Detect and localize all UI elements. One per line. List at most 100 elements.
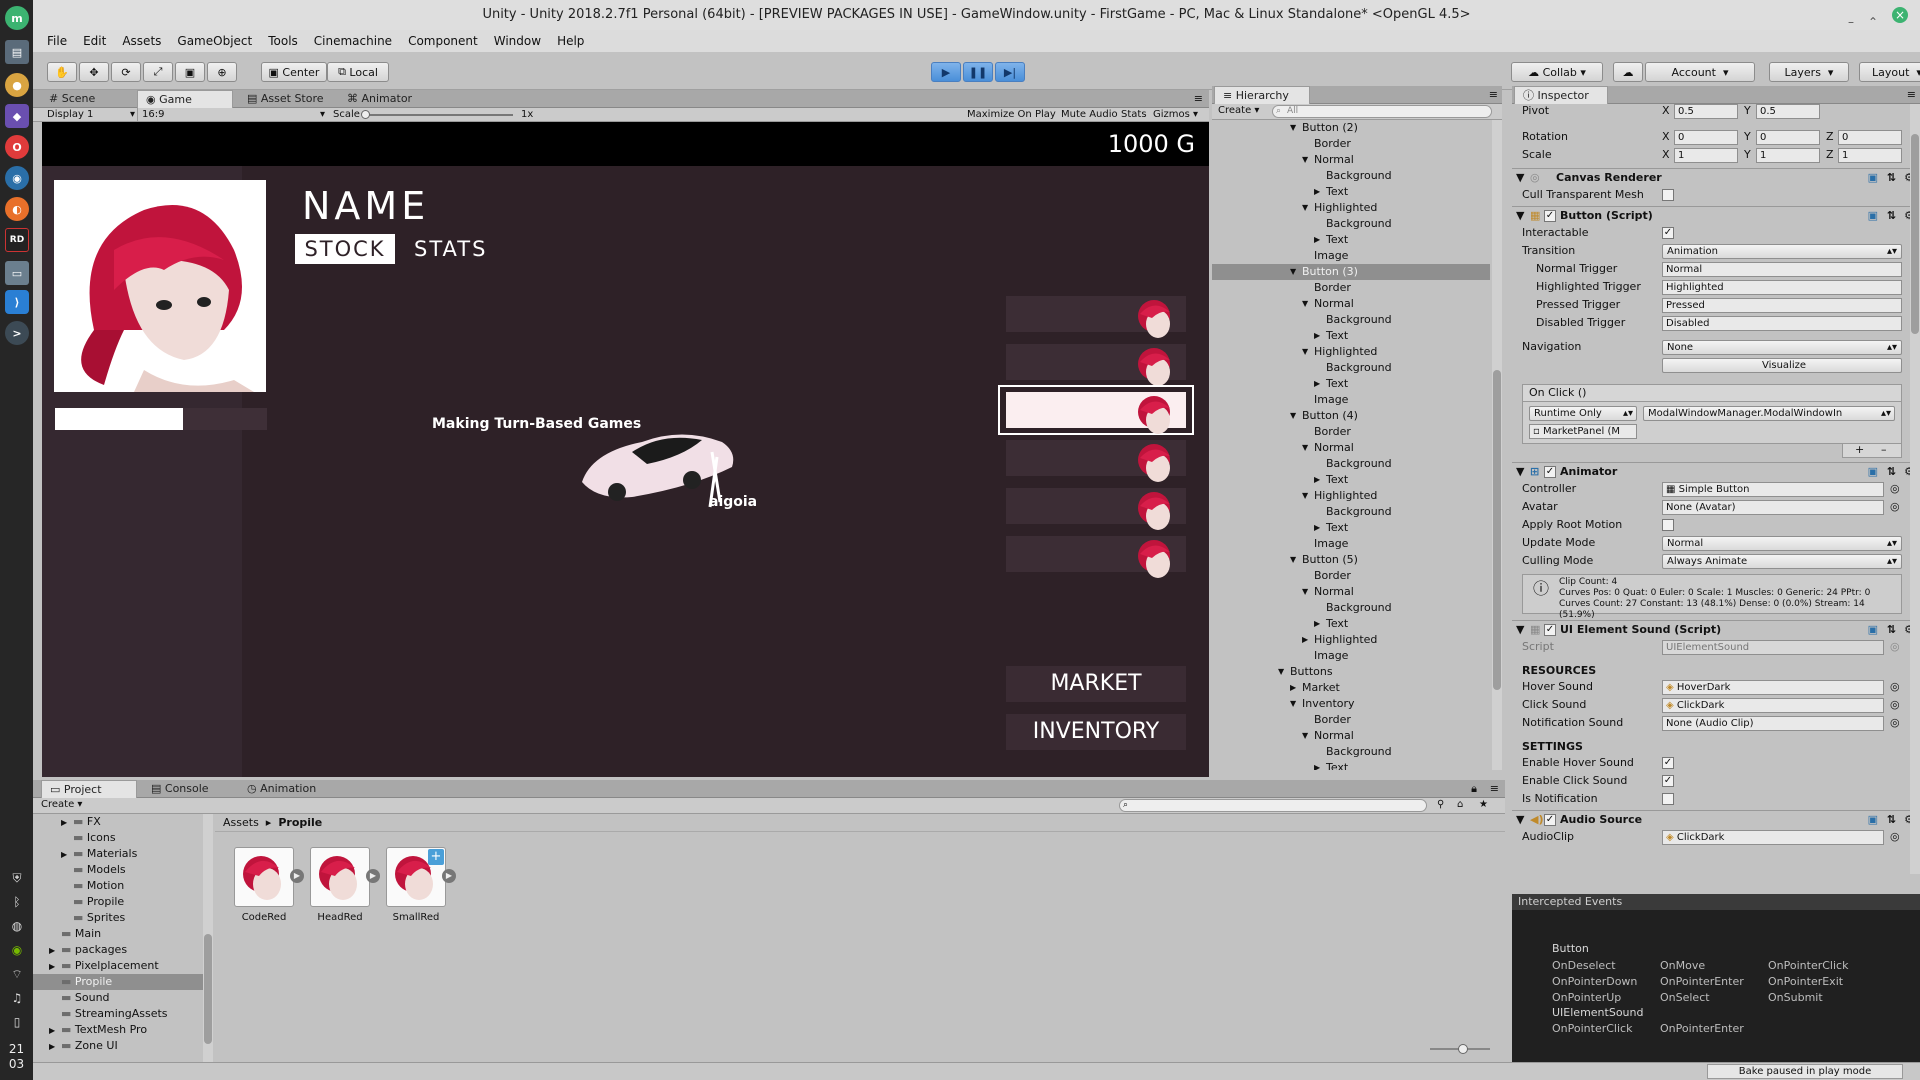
terminal-icon[interactable]: > [5,321,29,345]
click-sound-field[interactable]: ◈ ClickDark [1662,698,1884,713]
hierarchy-item[interactable]: ▼ Normal [1302,728,1354,744]
transition-dropdown[interactable]: Animation ▴▾ [1662,244,1902,259]
play-button[interactable]: ▶ [931,62,961,82]
tab-inspector[interactable]: ⓘ Inspector [1514,86,1608,104]
rider-icon[interactable]: RD [5,228,29,252]
project-folder-item[interactable]: ▶ ▬ packages [49,942,127,958]
hierarchy-item[interactable]: Background [1326,744,1392,760]
scale-x-field[interactable]: 1 [1674,148,1738,163]
button-enabled-checkbox[interactable]: ✓ [1544,210,1556,222]
hierarchy-item[interactable]: ▼ Normal [1302,296,1354,312]
object-picker-icon[interactable]: ◎ [1890,482,1900,495]
tab-asset-store[interactable]: ▤ Asset Store [239,90,332,108]
foldout-icon[interactable]: ▶ [49,943,61,959]
hierarchy-item[interactable]: Background [1326,504,1392,520]
help-icon[interactable]: ▣ [1868,169,1878,187]
hierarchy-scrollbar[interactable] [1492,120,1502,770]
vscode-icon[interactable]: ⟩ [5,290,29,314]
scale-z-field[interactable]: 1 [1838,148,1902,163]
hover-sound-field[interactable]: ◈ HoverDark [1662,680,1884,695]
function-dropdown[interactable]: ModalWindowManager.ModalWindowIn ▴▾ [1643,406,1895,421]
step-button[interactable]: ▶| [995,62,1025,82]
panel-menu-icon[interactable]: ≡ [1490,782,1499,795]
foldout-icon[interactable]: ▶ [1314,184,1320,200]
scale-y-field[interactable]: 1 [1756,148,1820,163]
project-folder-item[interactable]: ▬ Sound [49,990,110,1006]
maximize-on-play-toggle[interactable]: Maximize On Play [967,108,1056,122]
hierarchy-item[interactable]: Background [1326,360,1392,376]
hierarchy-item[interactable]: ▼ Button (2) [1290,120,1358,136]
foldout-icon[interactable]: ▶ [1314,520,1320,536]
menu-help[interactable]: Help [557,34,584,48]
object-picker-icon[interactable]: ◎ [1890,716,1900,729]
visual-studio-icon[interactable]: ◆ [5,104,29,128]
chrome-icon[interactable]: ● [5,73,29,97]
foldout-icon[interactable]: ▶ [49,959,61,975]
update-mode-dropdown[interactable]: Normal ▴▾ [1662,536,1902,551]
pressed-trigger-field[interactable]: Pressed [1662,298,1902,313]
hierarchy-item[interactable]: Background [1326,216,1392,232]
asset-thumb-headred[interactable] [310,847,370,907]
cull-transparent-checkbox[interactable] [1662,189,1674,201]
foldout-icon[interactable]: ▶ [1302,632,1308,648]
project-folder-item[interactable]: ▶ ▬ Pixelplacement [49,958,159,974]
rotation-z-field[interactable]: 0 [1838,130,1902,145]
help-icon[interactable]: ▣ [1868,207,1878,225]
project-folder-item[interactable]: ▬ Main [49,926,101,942]
inspector-scrollbar[interactable] [1910,104,1920,874]
clock[interactable]: 21 03 [0,1042,33,1072]
mute-audio-toggle[interactable]: Mute Audio [1061,108,1118,122]
expand-icon[interactable]: ▶ [366,869,380,883]
scale-tool-button[interactable]: ⤢ [143,62,173,82]
scale-slider[interactable] [361,110,513,119]
hierarchy-item[interactable]: Image [1314,248,1348,264]
runtime-dropdown[interactable]: Runtime Only ▴▾ [1529,406,1637,421]
animator-header[interactable]: ▼ ⊞ ✓ Animator ▣ ⇅ ⚙ [1512,462,1920,480]
layout-dropdown[interactable]: Layout ▾ [1859,62,1920,82]
project-folder-item[interactable]: ▶ ▬ Zone UI [49,1038,118,1054]
foldout-icon[interactable]: ▼ [1278,664,1284,680]
foldout-icon[interactable]: ▶ [1314,376,1320,392]
hierarchy-item[interactable]: ▼ Highlighted [1302,488,1377,504]
hierarchy-item[interactable]: ▶ Text [1314,520,1348,536]
filter-type-icon[interactable]: ⚲ [1437,799,1444,810]
foldout-icon[interactable]: ▼ [1290,696,1296,712]
hierarchy-item[interactable]: Border [1314,280,1351,296]
opera-icon[interactable]: O [5,135,29,159]
hierarchy-item[interactable]: Background [1326,600,1392,616]
minus-icon[interactable]: – [1881,444,1887,456]
object-picker-icon[interactable]: ◎ [1890,500,1900,513]
hierarchy-item[interactable]: ▶ Text [1314,760,1348,770]
asset-thumb-codered[interactable] [234,847,294,907]
is-notification-checkbox[interactable] [1662,793,1674,805]
help-icon[interactable]: ▣ [1868,463,1878,481]
project-folder-item[interactable]: ▬ Models [61,862,126,878]
audio-enabled-checkbox[interactable]: ✓ [1544,814,1556,826]
scale-slider-handle[interactable] [361,110,370,119]
menu-tools[interactable]: Tools [268,34,298,48]
ui-element-sound-header[interactable]: ▼ ▦ ✓ UI Element Sound (Script) ▣ ⇅ ⚙ [1512,620,1920,638]
hierarchy-item[interactable]: ▶ Text [1314,232,1348,248]
project-create-button[interactable]: Create ▾ [41,799,82,810]
hierarchy-item[interactable]: ▼ Buttons [1278,664,1333,680]
shield-icon[interactable]: ⛨ [9,870,25,886]
tab-console[interactable]: ▤ Console [143,780,217,798]
tab-animator[interactable]: ⌘ Animator [339,90,420,108]
foldout-icon[interactable]: ▼ [1302,344,1308,360]
menu-component[interactable]: Component [408,34,478,48]
breadcrumb-assets[interactable]: Assets [223,816,259,829]
foldout-icon[interactable]: ▼ [1290,120,1296,136]
ui-sound-enabled-checkbox[interactable]: ✓ [1544,624,1556,636]
hierarchy-item[interactable]: ▼ Normal [1302,152,1354,168]
foldout-icon[interactable]: ▶ [61,847,73,863]
stats-toggle[interactable]: Stats [1121,108,1147,122]
folder-icon[interactable]: ▭ [5,261,29,285]
transform-tool-button[interactable]: ⊕ [207,62,237,82]
project-folder-item[interactable]: ▬ StreamingAssets [49,1006,168,1022]
foldout-icon[interactable]: ▶ [1314,472,1320,488]
aspect-dropdown[interactable]: 16:9 ▾ [137,108,327,122]
foldout-icon[interactable]: ▶ [1290,680,1296,696]
hierarchy-item[interactable]: Border [1314,424,1351,440]
hierarchy-item[interactable]: Border [1314,136,1351,152]
panel-menu-icon[interactable]: ≡ [1489,88,1498,101]
